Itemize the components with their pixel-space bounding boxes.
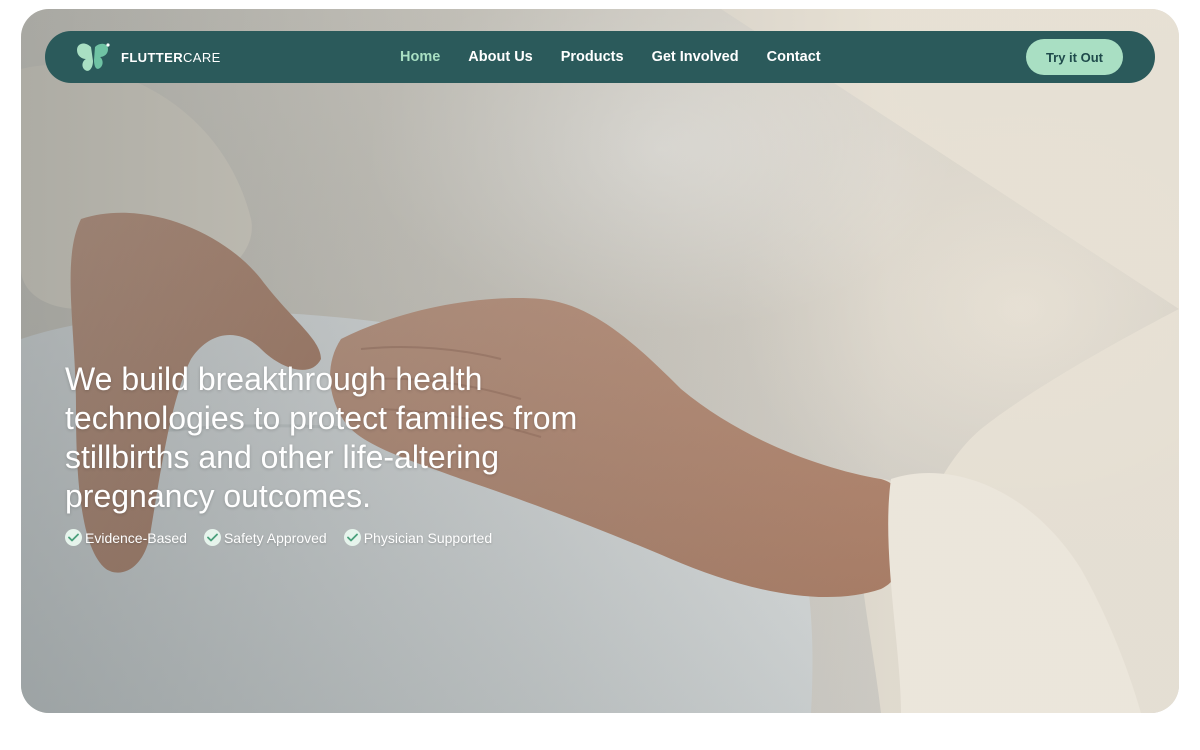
badge-label: Evidence-Based [85,529,187,546]
badge-physician-supported: Physician Supported [343,529,493,546]
nav-links: Home About Us Products Get Involved Cont… [400,31,821,83]
brand-name: FLUTTERCARE [121,50,221,65]
top-navbar: FLUTTERCARE Home About Us Products Get I… [45,31,1155,83]
nav-link-products[interactable]: Products [561,49,624,65]
nav-link-home[interactable]: Home [400,49,440,65]
nav-link-get-involved[interactable]: Get Involved [652,49,739,65]
hero-section: FLUTTERCARE Home About Us Products Get I… [21,9,1179,713]
check-circle-icon [343,529,361,546]
badge-label: Safety Approved [223,529,327,546]
brand-logo[interactable]: FLUTTERCARE [75,41,221,73]
brand-name-light: CARE [183,49,221,65]
hero-badges: Evidence-Based Safety Approved Physician… [65,529,492,546]
nav-link-contact[interactable]: Contact [767,49,821,65]
nav-link-about-us[interactable]: About Us [468,49,532,65]
check-circle-icon [203,529,221,546]
badge-label: Physician Supported [363,529,493,546]
hero-headline: We build breakthrough health technologie… [65,361,578,514]
badge-evidence-based: Evidence-Based [65,529,187,546]
butterfly-icon [77,43,110,71]
check-circle-icon [65,529,82,546]
badge-safety-approved: Safety Approved [203,529,327,546]
brand-name-bold: FLUTTER [121,49,184,65]
try-it-out-button[interactable]: Try it Out [1025,39,1123,75]
